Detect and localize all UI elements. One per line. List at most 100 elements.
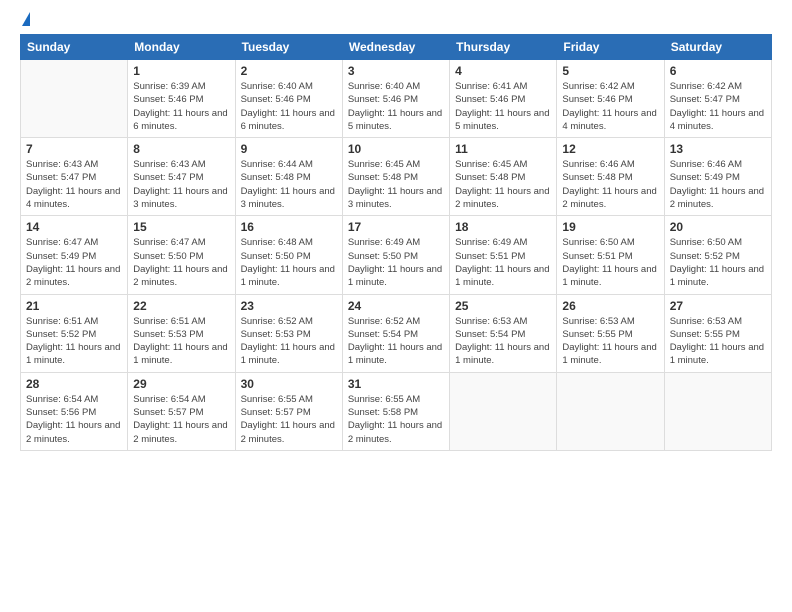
day-info: Sunrise: 6:51 AMSunset: 5:53 PMDaylight:… [133,315,229,368]
calendar-cell [557,372,664,450]
calendar-cell [21,60,128,138]
calendar-cell: 23Sunrise: 6:52 AMSunset: 5:53 PMDayligh… [235,294,342,372]
day-info: Sunrise: 6:53 AMSunset: 5:55 PMDaylight:… [670,315,766,368]
day-info: Sunrise: 6:53 AMSunset: 5:55 PMDaylight:… [562,315,658,368]
day-info: Sunrise: 6:48 AMSunset: 5:50 PMDaylight:… [241,236,337,289]
day-number: 21 [26,299,122,313]
calendar-cell: 12 Sunrise: 6:46 AMSunset: 5:48 PMDayligh… [557,138,664,216]
calendar-cell: 10 Sunrise: 6:45 AMSunset: 5:48 PMDayligh… [342,138,449,216]
calendar-cell: 9 Sunrise: 6:44 AMSunset: 5:48 PMDaylight… [235,138,342,216]
day-info: Sunrise: 6:54 AMSunset: 5:56 PMDaylight:… [26,393,122,446]
calendar-cell: 4 Sunrise: 6:41 AMSunset: 5:46 PMDaylight… [450,60,557,138]
calendar-cell [450,372,557,450]
calendar-cell: 6Sunrise: 6:42 AMSunset: 5:47 PMDaylight… [664,60,771,138]
day-info: Sunrise: 6:55 AMSunset: 5:57 PMDaylight:… [241,393,337,446]
day-number: 15 [133,220,229,234]
day-info: Sunrise: 6:47 AMSunset: 5:49 PMDaylight:… [26,236,122,289]
calendar-week-row: 21 Sunrise: 6:51 AMSunset: 5:52 PMDayligh… [21,294,772,372]
day-number: 11 [455,142,551,156]
calendar-header-sunday: Sunday [21,35,128,60]
day-number: 24 [348,299,444,313]
day-number: 25 [455,299,551,313]
day-number: 10 [348,142,444,156]
calendar-cell: 7 Sunrise: 6:43 AMSunset: 5:47 PMDaylight… [21,138,128,216]
day-info: Sunrise: 6:42 AMSunset: 5:46 PMDaylight:… [562,80,658,133]
page-header [20,16,772,26]
calendar-header-saturday: Saturday [664,35,771,60]
calendar-header-thursday: Thursday [450,35,557,60]
day-number: 19 [562,220,658,234]
day-info: Sunrise: 6:43 AMSunset: 5:47 PMDaylight:… [26,158,122,211]
day-info: Sunrise: 6:50 AMSunset: 5:52 PMDaylight:… [670,236,766,289]
day-number: 4 [455,64,551,78]
day-number: 31 [348,377,444,391]
calendar-cell: 20 Sunrise: 6:50 AMSunset: 5:52 PMDayligh… [664,216,771,294]
day-info: Sunrise: 6:43 AMSunset: 5:47 PMDaylight:… [133,158,229,211]
calendar-cell: 22Sunrise: 6:51 AMSunset: 5:53 PMDayligh… [128,294,235,372]
day-info: Sunrise: 6:46 AMSunset: 5:49 PMDaylight:… [670,158,766,211]
day-number: 7 [26,142,122,156]
day-info: Sunrise: 6:40 AMSunset: 5:46 PMDaylight:… [348,80,444,133]
day-info: Sunrise: 6:49 AMSunset: 5:50 PMDaylight:… [348,236,444,289]
day-number: 9 [241,142,337,156]
day-info: Sunrise: 6:47 AMSunset: 5:50 PMDaylight:… [133,236,229,289]
day-number: 12 [562,142,658,156]
calendar-cell: 1 Sunrise: 6:39 AMSunset: 5:46 PMDaylight… [128,60,235,138]
day-number: 23 [241,299,337,313]
day-number: 30 [241,377,337,391]
day-number: 29 [133,377,229,391]
day-info: Sunrise: 6:45 AMSunset: 5:48 PMDaylight:… [455,158,551,211]
calendar-cell: 25 Sunrise: 6:53 AMSunset: 5:54 PMDayligh… [450,294,557,372]
calendar-cell: 3 Sunrise: 6:40 AMSunset: 5:46 PMDaylight… [342,60,449,138]
calendar-cell: 28 Sunrise: 6:54 AMSunset: 5:56 PMDayligh… [21,372,128,450]
calendar-cell: 13Sunrise: 6:46 AMSunset: 5:49 PMDayligh… [664,138,771,216]
calendar-cell: 31Sunrise: 6:55 AMSunset: 5:58 PMDayligh… [342,372,449,450]
calendar-cell: 19 Sunrise: 6:50 AMSunset: 5:51 PMDayligh… [557,216,664,294]
day-number: 14 [26,220,122,234]
page-container: SundayMondayTuesdayWednesdayThursdayFrid… [0,0,792,461]
day-info: Sunrise: 6:53 AMSunset: 5:54 PMDaylight:… [455,315,551,368]
day-info: Sunrise: 6:46 AMSunset: 5:48 PMDaylight:… [562,158,658,211]
day-info: Sunrise: 6:41 AMSunset: 5:46 PMDaylight:… [455,80,551,133]
day-number: 17 [348,220,444,234]
calendar-week-row: 28 Sunrise: 6:54 AMSunset: 5:56 PMDayligh… [21,372,772,450]
calendar-cell: 14 Sunrise: 6:47 AMSunset: 5:49 PMDayligh… [21,216,128,294]
calendar-week-row: 7 Sunrise: 6:43 AMSunset: 5:47 PMDaylight… [21,138,772,216]
logo-icon [22,12,30,26]
calendar-cell [664,372,771,450]
day-info: Sunrise: 6:51 AMSunset: 5:52 PMDaylight:… [26,315,122,368]
day-number: 26 [562,299,658,313]
calendar-week-row: 14 Sunrise: 6:47 AMSunset: 5:49 PMDayligh… [21,216,772,294]
day-number: 28 [26,377,122,391]
day-number: 1 [133,64,229,78]
calendar-cell: 18Sunrise: 6:49 AMSunset: 5:51 PMDayligh… [450,216,557,294]
calendar-cell: 11 Sunrise: 6:45 AMSunset: 5:48 PMDayligh… [450,138,557,216]
day-number: 18 [455,220,551,234]
calendar-cell: 16 Sunrise: 6:48 AMSunset: 5:50 PMDayligh… [235,216,342,294]
logo [20,16,30,26]
calendar-header-tuesday: Tuesday [235,35,342,60]
calendar-header-monday: Monday [128,35,235,60]
day-number: 27 [670,299,766,313]
day-number: 8 [133,142,229,156]
day-number: 20 [670,220,766,234]
calendar-table: SundayMondayTuesdayWednesdayThursdayFrid… [20,34,772,451]
day-info: Sunrise: 6:52 AMSunset: 5:54 PMDaylight:… [348,315,444,368]
calendar-cell: 5 Sunrise: 6:42 AMSunset: 5:46 PMDaylight… [557,60,664,138]
calendar-cell: 15 Sunrise: 6:47 AMSunset: 5:50 PMDayligh… [128,216,235,294]
calendar-cell: 8 Sunrise: 6:43 AMSunset: 5:47 PMDaylight… [128,138,235,216]
day-info: Sunrise: 6:40 AMSunset: 5:46 PMDaylight:… [241,80,337,133]
day-number: 3 [348,64,444,78]
calendar-week-row: 1 Sunrise: 6:39 AMSunset: 5:46 PMDaylight… [21,60,772,138]
calendar-header-wednesday: Wednesday [342,35,449,60]
day-info: Sunrise: 6:44 AMSunset: 5:48 PMDaylight:… [241,158,337,211]
day-info: Sunrise: 6:50 AMSunset: 5:51 PMDaylight:… [562,236,658,289]
day-number: 5 [562,64,658,78]
day-info: Sunrise: 6:54 AMSunset: 5:57 PMDaylight:… [133,393,229,446]
day-info: Sunrise: 6:39 AMSunset: 5:46 PMDaylight:… [133,80,229,133]
calendar-cell: 24 Sunrise: 6:52 AMSunset: 5:54 PMDayligh… [342,294,449,372]
day-number: 16 [241,220,337,234]
day-number: 6 [670,64,766,78]
day-info: Sunrise: 6:45 AMSunset: 5:48 PMDaylight:… [348,158,444,211]
calendar-cell: 17 Sunrise: 6:49 AMSunset: 5:50 PMDayligh… [342,216,449,294]
